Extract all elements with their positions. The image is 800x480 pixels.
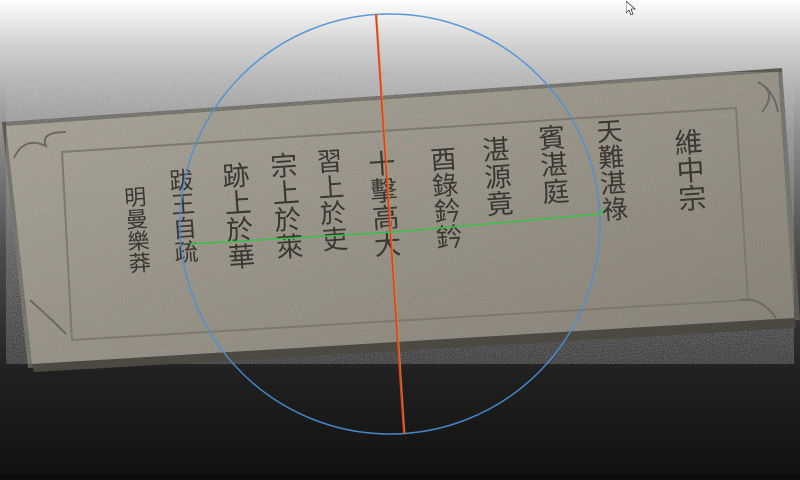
mouse-pointer-icon xyxy=(626,1,636,15)
3d-viewport[interactable]: 維中宗 天難湛祿 賓湛庭 湛源竟 酉錄鈐鈐 十擊高大 習上於吏 宗上於萊 跡上於… xyxy=(0,0,800,480)
viewport-bottom-border xyxy=(0,474,800,480)
inscription-column: 賓湛庭 xyxy=(533,123,570,206)
inscription-column: 維中宗 xyxy=(670,126,709,212)
scene-canvas[interactable]: 維中宗 天難湛祿 賓湛庭 湛源竟 酉錄鈐鈐 十擊高大 習上於吏 宗上於萊 跡上於… xyxy=(0,0,800,480)
inscription-column: 湛源竟 xyxy=(477,135,514,218)
